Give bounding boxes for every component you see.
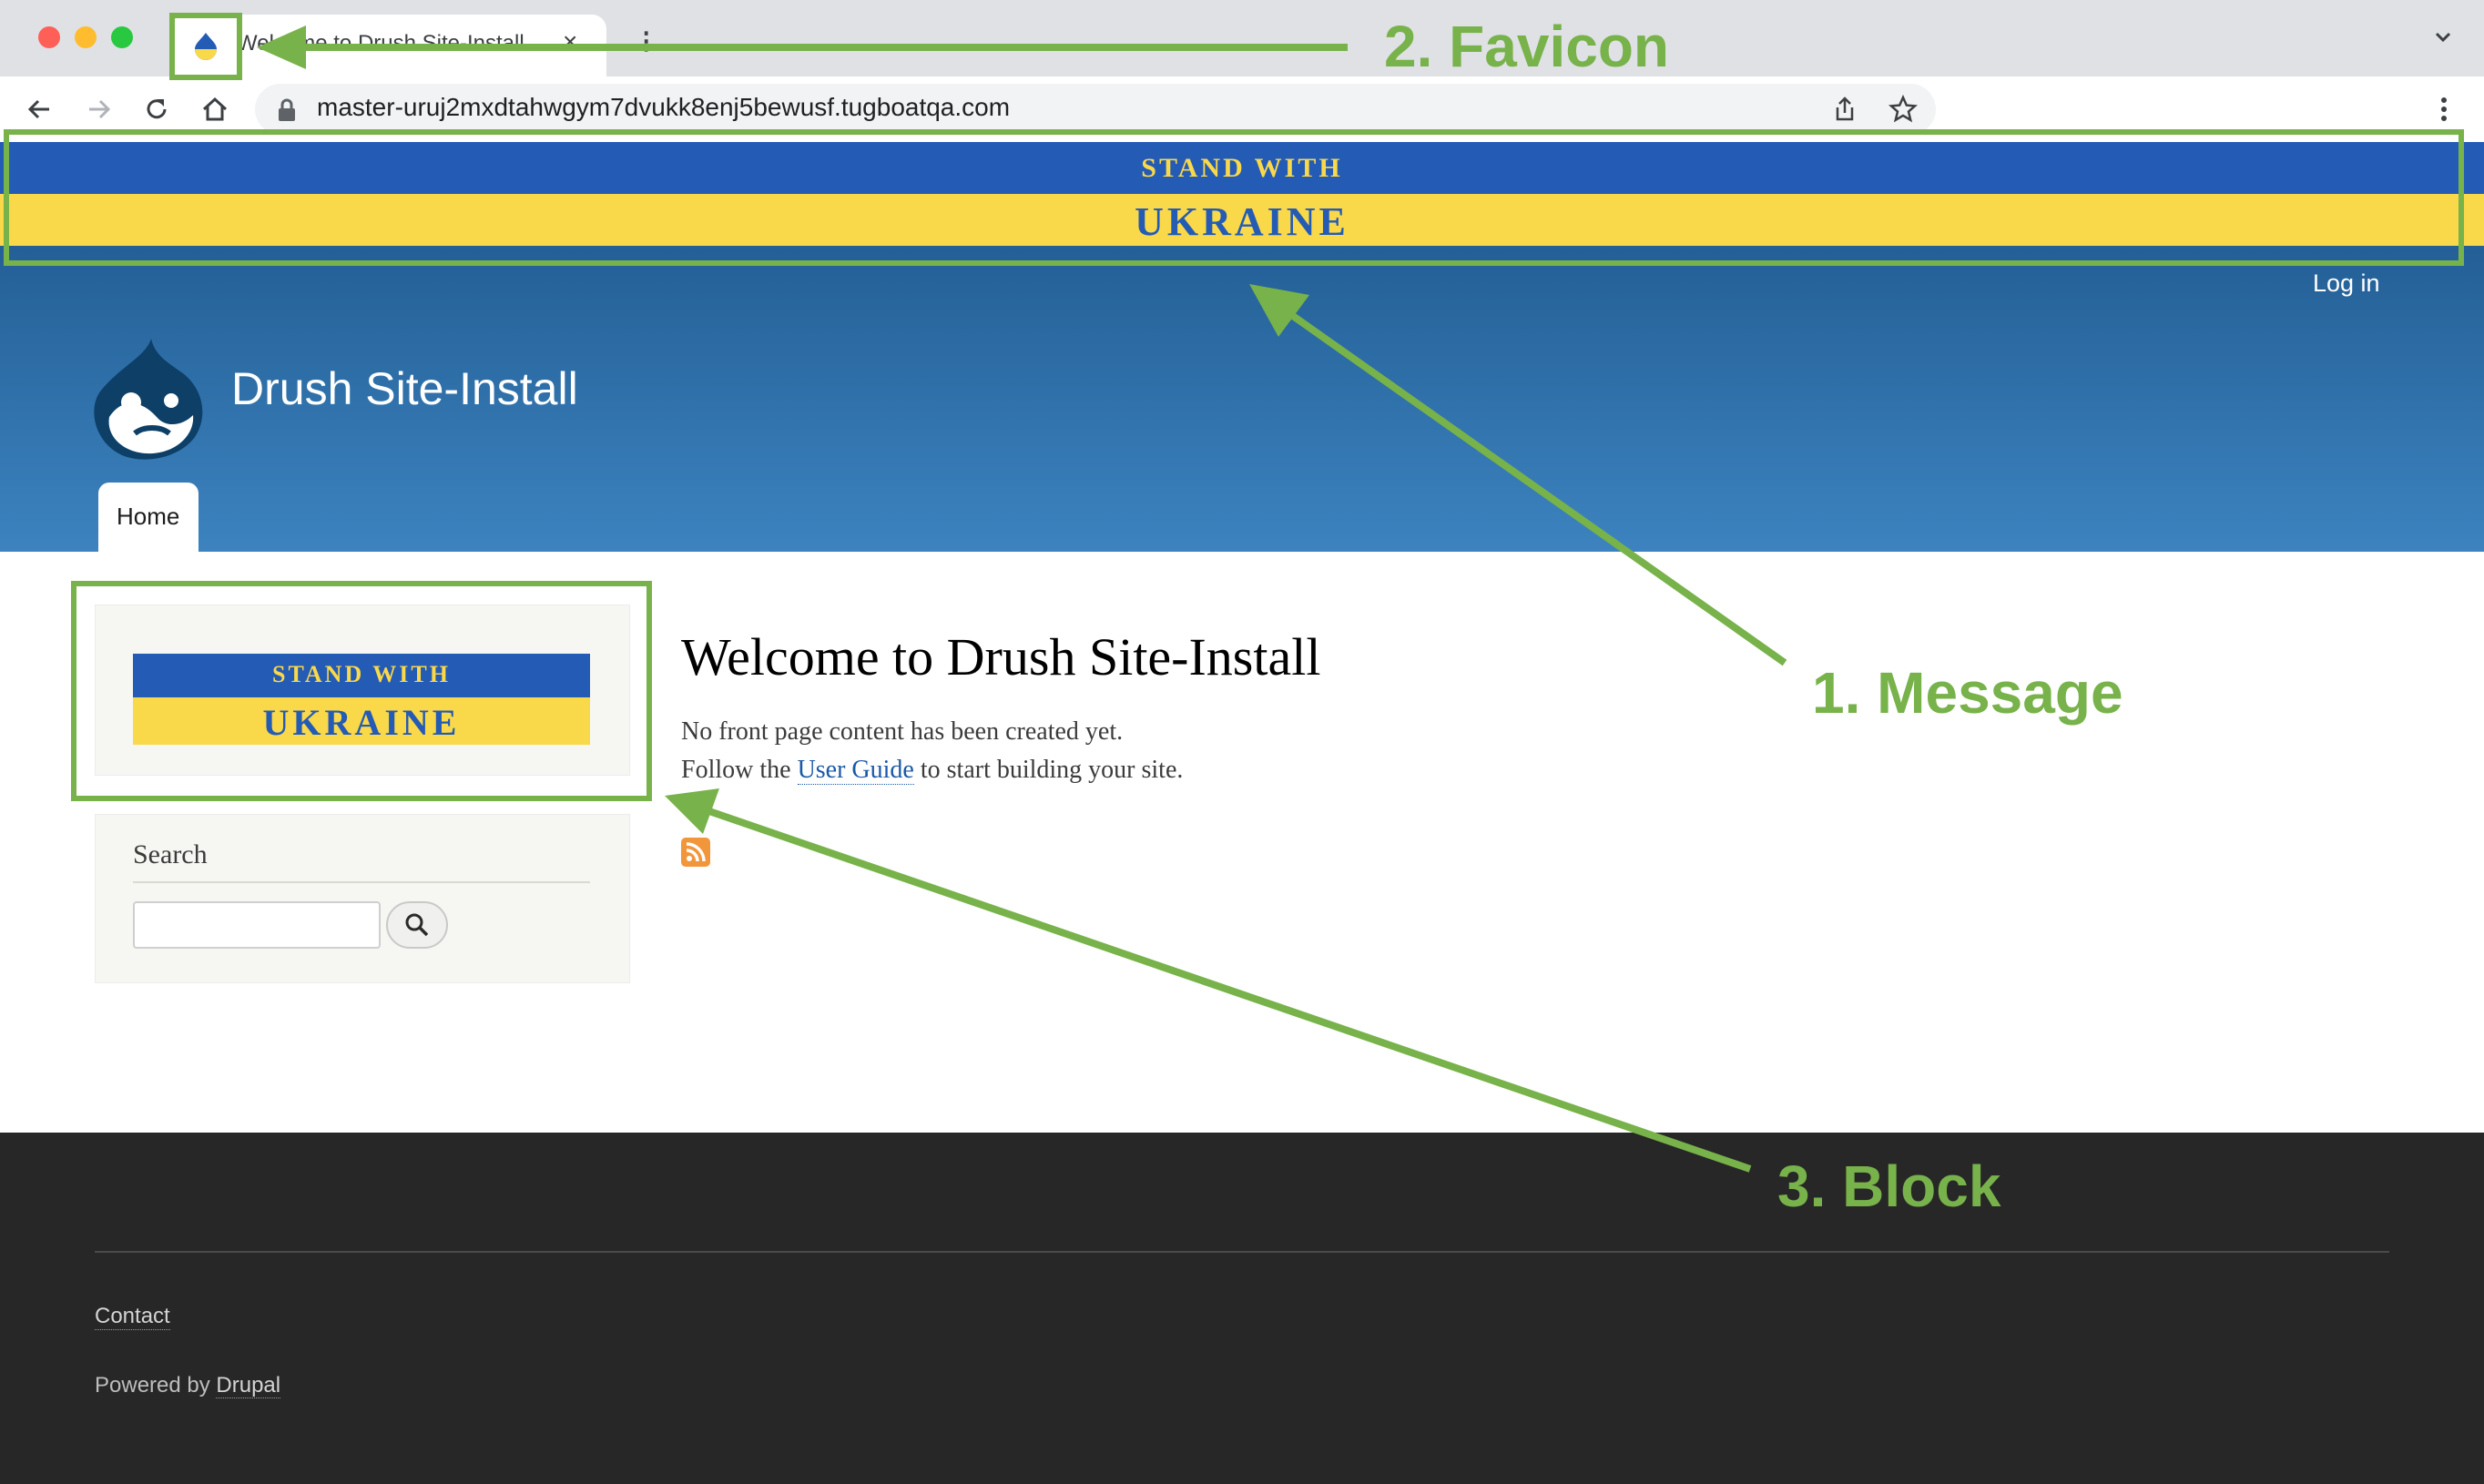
bookmark-star-icon[interactable]: [1888, 95, 1918, 124]
site-name[interactable]: Drush Site-Install: [231, 362, 578, 415]
lock-icon: [279, 98, 295, 121]
search-icon: [405, 913, 429, 937]
message-highlight-box: [4, 129, 2464, 266]
minimize-window-button[interactable]: [75, 26, 97, 48]
new-tab-button[interactable]: ⁝: [641, 25, 651, 58]
chevron-down-icon[interactable]: [2429, 24, 2457, 51]
rss-feed-link[interactable]: [681, 838, 710, 867]
favicon-annotation-label: 2. Favicon: [1384, 14, 1669, 79]
user-guide-sentence: Follow the User Guide to start building …: [681, 756, 1183, 785]
back-icon[interactable]: [22, 91, 58, 127]
search-button[interactable]: [386, 901, 448, 949]
search-input[interactable]: [133, 901, 381, 949]
message-annotation-label: 1. Message: [1812, 660, 2123, 726]
user-guide-prefix: Follow the: [681, 756, 798, 784]
drupal-drop-icon[interactable]: [91, 335, 204, 461]
tab-title: Welcome to Drush Site-Install: [237, 31, 524, 56]
favicon-highlight-box: [169, 13, 242, 80]
search-block-divider: [133, 881, 590, 883]
rss-icon: [686, 842, 706, 862]
forward-icon[interactable]: [80, 91, 117, 127]
nav-tab-home[interactable]: Home: [98, 483, 199, 552]
user-guide-suffix: to start building your site.: [913, 756, 1184, 784]
site-footer: [0, 1133, 2484, 1484]
tab-close-icon[interactable]: ×: [563, 27, 577, 56]
drupal-link[interactable]: Drupal: [216, 1373, 281, 1398]
powered-by-text: Powered by Drupal: [95, 1373, 281, 1398]
no-content-text: No front page content has been created y…: [681, 717, 1124, 746]
nav-tab-home-label: Home: [117, 503, 180, 530]
powered-by-prefix: Powered by: [95, 1373, 217, 1398]
reload-icon[interactable]: [138, 91, 175, 127]
block-annotation-label: 3. Block: [1777, 1154, 2001, 1219]
browser-menu-icon[interactable]: [2433, 95, 2455, 124]
block-arrowhead: [665, 788, 719, 834]
user-guide-link[interactable]: User Guide: [797, 756, 914, 785]
block-arrow: [705, 807, 1752, 1173]
page-title: Welcome to Drush Site-Install: [681, 627, 1321, 686]
footer-divider: [95, 1251, 2389, 1253]
login-link[interactable]: Log in: [2313, 269, 2380, 298]
footer-contact-link[interactable]: Contact: [95, 1304, 170, 1330]
home-icon[interactable]: [197, 91, 233, 127]
url-text[interactable]: master-uruj2mxdtahwgym7dvukk8enj5bewusf.…: [317, 93, 1010, 122]
block-highlight-box: [71, 581, 652, 801]
browser-titlebar: Welcome to Drush Site-Install × ⁝: [0, 0, 2484, 76]
close-window-button[interactable]: [38, 26, 60, 48]
share-icon[interactable]: [1830, 95, 1859, 124]
search-block-title: Search: [133, 839, 208, 869]
maximize-window-button[interactable]: [111, 26, 133, 48]
